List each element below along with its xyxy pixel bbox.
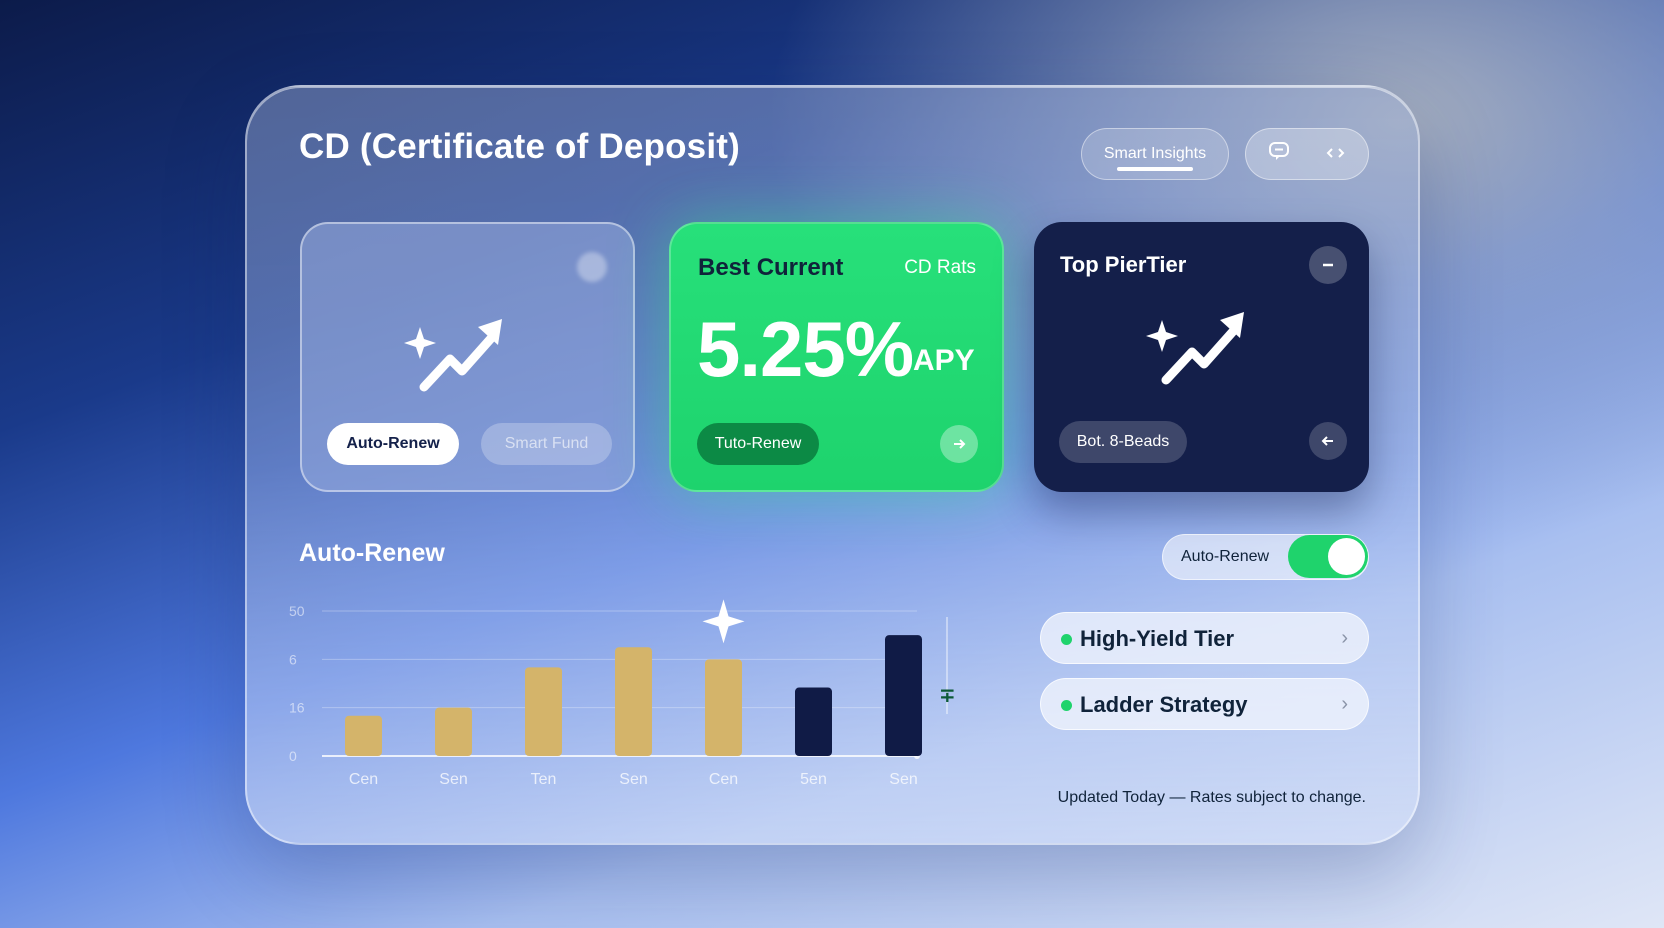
rate-unit: APY [913, 344, 975, 377]
x-tick-label: Sen [619, 771, 647, 788]
auto-renew-toggle-label: Auto-Renew [1181, 548, 1270, 565]
x-tick-label: 5en [800, 771, 827, 788]
top-tier-heading: Top PierTier [1060, 252, 1187, 277]
list-item-ladder-strategy[interactable]: Ladder Strategy › [1040, 678, 1369, 730]
list-item-label: High-Yield Tier [1080, 626, 1235, 651]
y-tick-label: 6 [289, 651, 297, 667]
card-blurred-icon [577, 252, 607, 282]
x-tick-label: Sen [889, 771, 917, 788]
x-tick-label: Cen [349, 771, 378, 788]
tab-active-indicator [1117, 167, 1193, 171]
tuto-renew-button[interactable]: Tuto-Renew [697, 423, 819, 465]
section-title: Auto-Renew [299, 539, 445, 567]
bar-chart: 50 6 16 0 ∓ Cen Sen Ten Sen Cen 5en Sen [289, 599, 956, 788]
cd-panel: CD (Certificate of Deposit) Smart Insigh… [245, 85, 1420, 845]
list-item-high-yield-tier[interactable]: High-Yield Tier › [1040, 612, 1369, 664]
chevron-right-icon: › [1341, 627, 1348, 649]
rate-value: 5.25% [697, 305, 914, 393]
auto-renew-toggle[interactable]: Auto-Renew [1162, 534, 1369, 580]
tab-smart-insights[interactable]: Smart Insights [1081, 128, 1229, 180]
beads-button[interactable]: Bot. 8-Beads [1059, 421, 1187, 463]
status-dot [1061, 700, 1072, 711]
footnote: Updated Today — Rates subject to change. [1057, 789, 1366, 806]
sparkle-trend-icon [1144, 302, 1254, 397]
list-item-label: Ladder Strategy [1080, 692, 1248, 717]
toggle-knob [1328, 538, 1365, 575]
toggle-switch[interactable] [1288, 535, 1368, 578]
x-tick-label: Ten [531, 771, 557, 788]
sparkle-trend-icon [402, 309, 512, 404]
arrow-right-icon[interactable] [940, 425, 978, 463]
chevron-right-icon: › [1341, 693, 1348, 715]
tab-smart-insights-label: Smart Insights [1103, 145, 1207, 162]
smart-fund-button[interactable]: Smart Fund [481, 423, 612, 465]
toolbar-icons [1245, 128, 1369, 180]
card-auto-renew: Auto-Renew Smart Fund [300, 222, 635, 492]
x-tick-label: Cen [709, 771, 738, 788]
x-tick-label: Sen [439, 771, 467, 788]
chart-bar [615, 647, 652, 756]
card-top-tier: Top PierTier Bot. 8-Beads [1034, 222, 1369, 492]
cd-rates-label: CD Rats [904, 257, 976, 278]
y-tick-label: 16 [289, 700, 305, 716]
auto-renew-button[interactable]: Auto-Renew [327, 423, 459, 465]
arrow-left-icon[interactable] [1309, 422, 1347, 460]
sparkle-highlight-icon [702, 599, 745, 644]
chevrons-icon[interactable] [1326, 143, 1346, 166]
chart-bar [795, 687, 832, 756]
chat-bubble-icon[interactable] [1268, 140, 1290, 168]
card-best-current-rate: Best Current CD Rats 5.25% APY Tuto-Rene… [669, 222, 1004, 492]
status-dot [1061, 634, 1072, 645]
y-tick-label: 50 [289, 603, 305, 619]
y-tick-label: 0 [289, 748, 297, 764]
minus-icon[interactable] [1309, 246, 1347, 284]
chart-bar [525, 667, 562, 756]
chart-bar [345, 715, 382, 756]
chart-bar [705, 659, 742, 756]
range-marker-icon: ∓ [939, 683, 956, 707]
chart-bar [435, 707, 472, 756]
best-current-heading: Best Current [698, 254, 844, 281]
chart-bar [885, 635, 922, 756]
page-title: CD (Certificate of Deposit) [299, 127, 740, 166]
